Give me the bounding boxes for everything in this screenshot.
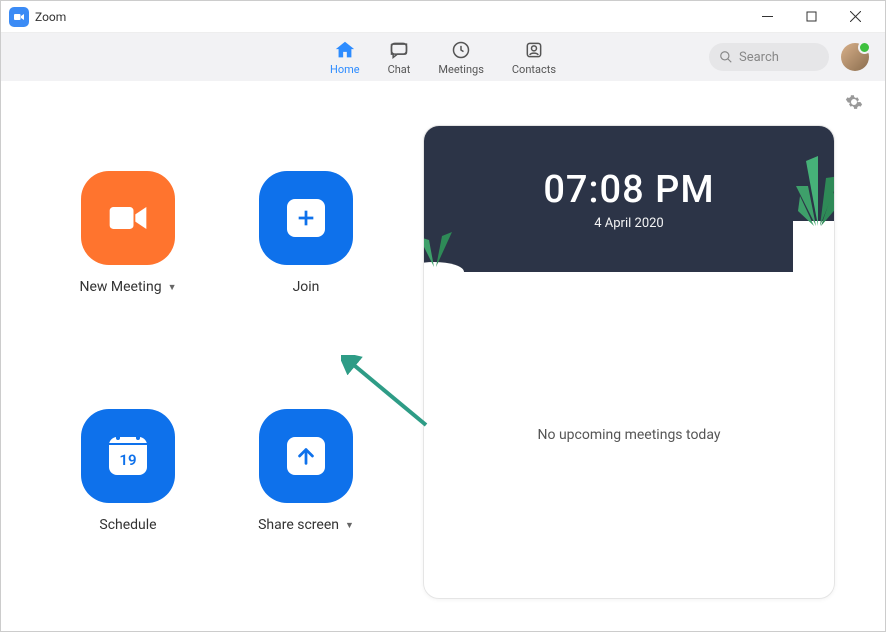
join-button[interactable] [259, 171, 353, 265]
chevron-down-icon: ▼ [345, 520, 354, 531]
app-icon [9, 7, 29, 27]
home-icon [334, 39, 356, 61]
tab-chat-label: Chat [388, 63, 411, 76]
tab-meetings[interactable]: Meetings [438, 39, 483, 76]
join-label: Join [293, 279, 320, 295]
search-input[interactable]: Search [709, 43, 829, 71]
tab-contacts-label: Contacts [512, 63, 556, 76]
window-close-button[interactable] [833, 2, 877, 32]
meetings-panel: 07:08 PM 4 April 2020 No upcoming meetin… [423, 125, 835, 599]
calendar-day: 19 [119, 451, 136, 469]
home-content: New Meeting ▼ Join 19 Schedule [1, 115, 885, 629]
action-new-meeting: New Meeting ▼ [51, 171, 205, 361]
new-meeting-label[interactable]: New Meeting ▼ [80, 279, 177, 295]
plus-icon [295, 207, 317, 229]
search-placeholder: Search [739, 50, 779, 65]
window-titlebar: Zoom [1, 1, 885, 33]
search-icon [719, 50, 733, 64]
contacts-icon [523, 39, 545, 61]
new-meeting-button[interactable] [81, 171, 175, 265]
panel-time: 07:08 PM [543, 168, 714, 212]
profile-avatar[interactable] [841, 43, 869, 71]
share-screen-label[interactable]: Share screen ▼ [258, 517, 354, 533]
window-maximize-button[interactable] [789, 2, 833, 32]
schedule-label: Schedule [99, 517, 156, 533]
action-schedule: 19 Schedule [51, 409, 205, 599]
tab-home-label: Home [330, 63, 360, 76]
settings-button[interactable] [845, 93, 863, 115]
panel-date: 4 April 2020 [594, 216, 664, 231]
chat-icon [388, 39, 410, 61]
main-toolbar: Home Chat Meetings Contacts Search [1, 33, 885, 81]
panel-hero: 07:08 PM 4 April 2020 [424, 126, 834, 272]
tab-meetings-label: Meetings [438, 63, 483, 76]
gear-icon [845, 93, 863, 111]
arrow-up-icon [295, 445, 317, 467]
panel-status: No upcoming meetings today [424, 272, 834, 598]
schedule-button[interactable]: 19 [81, 409, 175, 503]
plant-decoration-left [424, 212, 484, 272]
clock-icon [450, 39, 472, 61]
tab-chat[interactable]: Chat [388, 39, 411, 76]
action-share-screen: Share screen ▼ [229, 409, 383, 599]
window-minimize-button[interactable] [745, 2, 789, 32]
nav-tabs: Home Chat Meetings Contacts [330, 39, 556, 76]
tab-home[interactable]: Home [330, 39, 360, 76]
window-title: Zoom [35, 10, 66, 24]
chevron-down-icon: ▼ [168, 282, 177, 293]
video-icon [106, 196, 150, 240]
action-grid: New Meeting ▼ Join 19 Schedule [51, 125, 383, 599]
tab-contacts[interactable]: Contacts [512, 39, 556, 76]
plant-decoration-right [738, 136, 834, 272]
action-join: Join [229, 171, 383, 361]
share-screen-button[interactable] [259, 409, 353, 503]
